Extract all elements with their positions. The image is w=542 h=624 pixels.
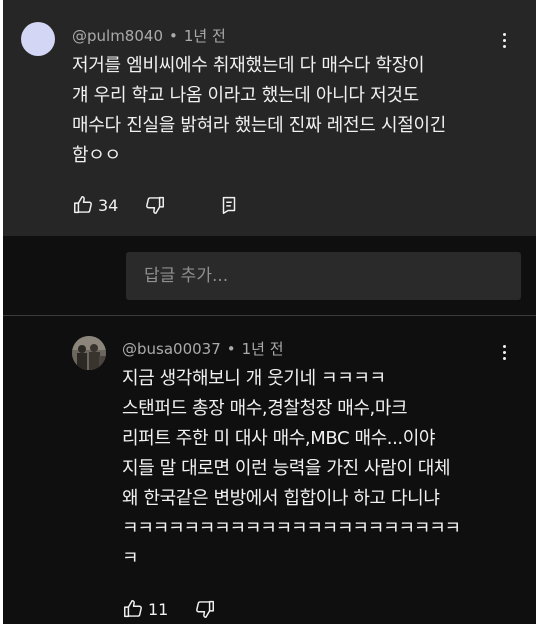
avatar[interactable] [72,336,106,370]
kebab-menu-icon[interactable] [494,30,514,50]
like-button[interactable]: 34 [72,194,118,216]
comment-author[interactable]: @pulm8040 [72,27,163,45]
comment-line: 지금 생각해보니 개 웃기네 ㅋㅋㅋㅋ [122,368,386,389]
dislike-button[interactable] [144,194,166,216]
comment-body: 저거를 엠비씨에수 취재했는데 다 매수다 학장이 걔 우리 학교 나옴 이라고… [72,51,446,171]
reply-icon [223,196,236,214]
comments-panel: @pulm8040 • 1년 전 저거를 엠비씨에수 취재했는데 다 매수다 학장이… [3,0,536,624]
comment-line: 스탠퍼드 총장 매수,경찰청장 매수,마크 [122,398,408,419]
comment-thread-main: @pulm8040 • 1년 전 저거를 엠비씨에수 취재했는데 다 매수다 학장이… [3,0,536,236]
comment-timestamp[interactable]: 1년 전 [242,340,284,358]
comment-meta: @busa00037 • 1년 전 [122,338,284,359]
thumbs-up-icon [74,196,92,214]
comment-timestamp[interactable]: 1년 전 [184,27,226,45]
comment-line: 저거를 엠비씨에수 취재했는데 다 매수다 학장이 [72,55,425,76]
comment-line: 리퍼트 주한 미 대사 매수,MBC 매수...이야 [122,428,436,449]
comment-actions: 11 [122,598,216,620]
comment-body: 지금 생각해보니 개 웃기네 ㅋㅋㅋㅋ 스탠퍼드 총장 매수,경찰청장 매수,마… [122,364,461,574]
comment-author[interactable]: @busa00037 [122,340,221,358]
like-button[interactable]: 11 [122,598,168,620]
comment-line: 지들 말 대로면 이런 능력을 가진 사람이 대체 [122,458,451,479]
divider [3,315,536,316]
thumbs-up-icon [124,600,142,618]
thumbs-down-icon [196,600,215,618]
meta-separator: • [168,27,178,45]
dislike-button[interactable] [194,598,216,620]
comment-line: 왜 한국같은 변방에서 힙합이나 하고 다니냐 [122,488,440,509]
comment-actions: 34 [72,194,240,216]
comment-line: ㅋ [122,548,139,569]
kebab-menu-icon[interactable] [494,342,514,362]
avatar[interactable] [21,22,55,56]
comment-line: ㅋㅋㅋㅋㅋㅋㅋㅋㅋㅋㅋㅋㅋㅋㅋㅋㅋㅋㅋㅋㅋㅋ [122,518,461,539]
thumbs-down-icon [146,196,165,214]
comment-line: 함ㅇㅇ [72,145,121,166]
comment-meta: @pulm8040 • 1년 전 [72,25,226,46]
comment-line: 걔 우리 학교 나옴 이라고 했는데 아니다 저것도 [72,85,419,106]
reply-input[interactable]: 답글 추가... [126,252,521,300]
comment-line: 매수다 진실을 밝혀라 했는데 진짜 레전드 시절이긴 [72,115,446,136]
reply-button[interactable] [218,194,240,216]
like-count: 11 [148,599,169,619]
reply-input-placeholder: 답글 추가... [144,266,229,286]
meta-separator: • [226,340,236,358]
like-count: 34 [98,195,119,215]
